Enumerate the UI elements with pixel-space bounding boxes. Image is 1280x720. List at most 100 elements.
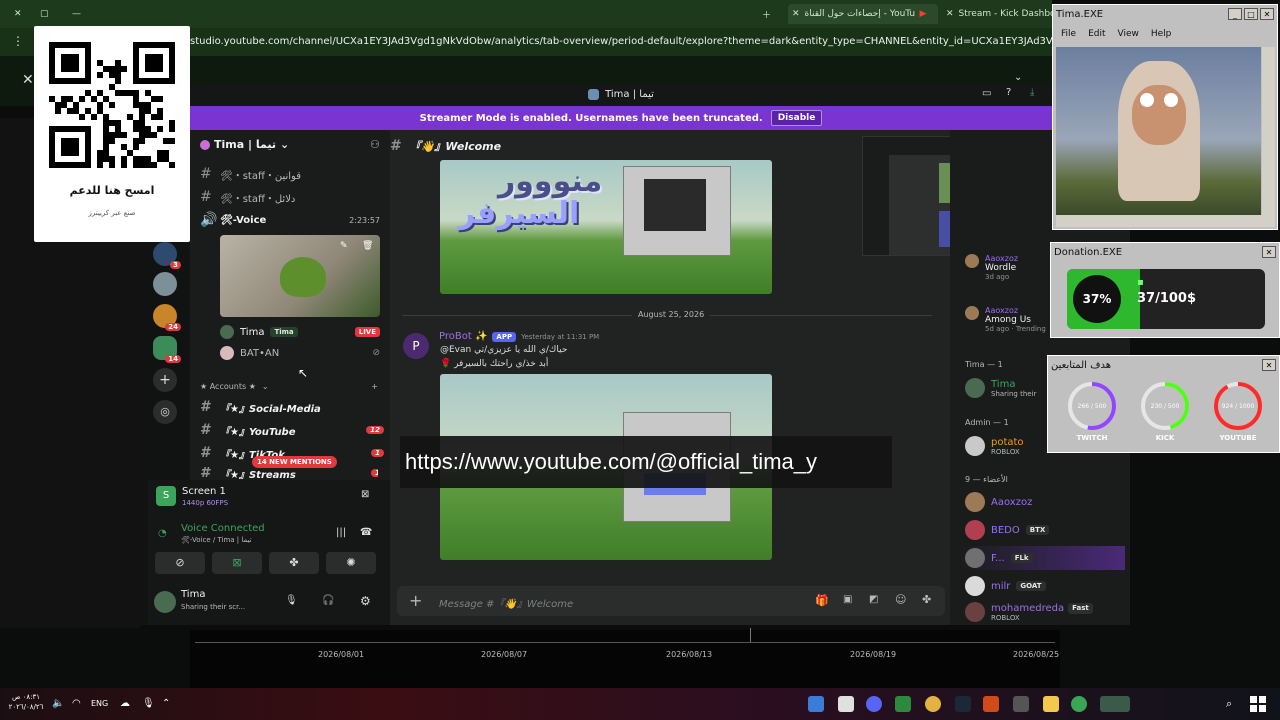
voice-user[interactable]: BAT•AN ⊘ <box>220 346 380 360</box>
member-item[interactable]: F... FLk <box>965 548 1033 568</box>
soundboard-button[interactable]: ✺ <box>326 552 376 574</box>
add-friend-icon[interactable]: ⚇ <box>370 138 380 151</box>
volume-icon[interactable]: 🔈 <box>52 698 64 709</box>
menu-icon[interactable]: ⋮ <box>12 34 24 48</box>
gift-icon[interactable]: 🎁 <box>815 594 829 607</box>
app-icon[interactable] <box>895 696 911 712</box>
discord-icon[interactable] <box>866 696 882 712</box>
add-attachment-icon[interactable]: + <box>409 591 422 610</box>
follower-goals-window[interactable]: هدف المتابعين ✕ 266 / 500 TWITCH 230 / 500… <box>1047 355 1280 453</box>
minimize-icon[interactable]: _ <box>1228 8 1242 20</box>
noise-suppression-icon[interactable]: ||| <box>336 527 346 538</box>
server-icon[interactable]: 24 <box>153 304 181 331</box>
window-minimize-icon[interactable]: — <box>72 4 81 24</box>
member-item[interactable]: potato ROBLOX <box>965 436 1024 456</box>
app-icon[interactable] <box>983 696 999 712</box>
close-icon[interactable]: ✕ <box>22 72 34 88</box>
new-mentions-pill[interactable]: 14 NEW MENTIONS <box>252 456 337 468</box>
channel-item[interactable]: #『★』Streams1 <box>200 467 378 479</box>
browser-icon[interactable] <box>1071 696 1087 712</box>
car-widget-icon[interactable] <box>1100 696 1130 712</box>
add-server-icon[interactable]: + <box>153 368 177 392</box>
vertical-scrollbar[interactable] <box>1262 47 1275 215</box>
app-icon[interactable] <box>838 696 854 712</box>
window-close-icon[interactable]: ✕ <box>14 4 22 24</box>
tab-close-icon[interactable]: ✕ <box>946 9 954 19</box>
stream-preview[interactable]: ✎ 🗑 <box>220 235 380 317</box>
channel-item[interactable]: # 🛠・staff・دلائل <box>200 189 295 205</box>
store-icon[interactable] <box>1013 696 1029 712</box>
tab-kick-dashboard[interactable]: ✕ Stream - Kick Dashboard <box>946 4 1070 24</box>
voice-channel[interactable]: 🔊 🛠-Voice 2:23:57 <box>200 212 380 228</box>
member-item[interactable]: milr GOAT <box>965 576 1046 596</box>
horizontal-scrollbar[interactable] <box>1056 215 1275 227</box>
edit-icon[interactable]: ✎ <box>340 241 348 251</box>
settings-gear-icon[interactable]: ⚙ <box>360 594 371 608</box>
language-indicator[interactable]: ENG <box>91 699 108 708</box>
download-icon[interactable]: ⤓ <box>1030 87 1034 98</box>
channel-item[interactable]: # 『★』YouTube 12 <box>200 422 384 438</box>
server-icon[interactable]: 3 <box>153 242 181 269</box>
menu-file[interactable]: File <box>1061 29 1076 39</box>
voice-user[interactable]: Tima Tima LIVE <box>220 325 380 339</box>
chrome-icon[interactable] <box>925 696 941 712</box>
inbox-icon[interactable]: ▭ <box>982 88 991 99</box>
help-icon[interactable]: ? <box>1006 87 1011 98</box>
member-item[interactable]: Aaoxzoz <box>965 492 1032 512</box>
new-tab-icon[interactable]: ＋ <box>762 4 771 24</box>
emoji-icon[interactable]: ☺ <box>895 593 906 606</box>
close-icon[interactable]: ✕ <box>1262 359 1276 371</box>
add-channel-icon[interactable]: + <box>371 382 378 391</box>
menu-view[interactable]: View <box>1118 29 1139 39</box>
search-icon[interactable]: ⌕ <box>1226 697 1232 711</box>
screen-share-button[interactable]: ⊠ <box>212 552 262 574</box>
category-header[interactable]: ★ Accounts ★ ⌄ + <box>200 382 378 391</box>
server-icon[interactable] <box>153 272 177 296</box>
chevron-down-icon[interactable]: ⌄ <box>1014 72 1022 83</box>
discover-icon[interactable]: ◎ <box>153 400 177 424</box>
windows-start-icon[interactable] <box>1250 696 1266 712</box>
member-activity[interactable]: Aaoxzoz Among Us 5d ago · Trending <box>965 306 1046 333</box>
camera-off-button[interactable]: ⊘ <box>155 552 205 574</box>
welcome-image[interactable]: منووور السيرفر <box>440 160 772 294</box>
headphones-icon[interactable]: 🎧 <box>322 595 334 606</box>
wifi-icon[interactable]: ◠ <box>72 698 81 709</box>
member-item[interactable]: Tima Sharing their <box>965 378 1036 398</box>
tab-youtube-studio[interactable]: ✕ إحصاءات حول القناة - YouTube Studio ▶ <box>788 4 938 24</box>
server-icon-active[interactable]: 14 <box>153 336 181 363</box>
sticker-icon[interactable]: ◩ <box>869 594 878 605</box>
tima-exe-window[interactable]: Tima.EXE _ □ ✕ File Edit View Help <box>1052 4 1278 230</box>
file-explorer-icon[interactable] <box>1043 696 1059 712</box>
steam-icon[interactable] <box>955 696 971 712</box>
disable-button[interactable]: Disable <box>770 110 823 126</box>
menu-help[interactable]: Help <box>1151 29 1172 39</box>
close-icon[interactable]: ✕ <box>1260 8 1274 20</box>
taskbar-clock[interactable]: ٠٨:٣١ ص ٢٠٢٦/٠٨/٢٦ <box>6 692 46 712</box>
menu-edit[interactable]: Edit <box>1088 29 1105 39</box>
member-item[interactable]: BEDO BTX <box>965 520 1050 540</box>
member-activity[interactable]: Aaoxzoz Wordle 3d ago <box>965 254 1018 281</box>
qr-code[interactable] <box>49 42 175 168</box>
tab-close-icon[interactable]: ✕ <box>792 9 800 19</box>
apps-icon[interactable]: ✤ <box>922 593 931 606</box>
window-restore-icon[interactable]: ▢ <box>40 4 49 24</box>
server-name-header[interactable]: Tima | تيما ⌄ <box>200 138 289 151</box>
member-item[interactable]: mohamedreda Fast ROBLOX <box>965 602 1093 622</box>
probot-avatar[interactable]: P <box>403 333 429 359</box>
channel-item[interactable]: # 『★』Social-Media <box>200 399 378 415</box>
maximize-icon[interactable]: □ <box>1244 8 1258 20</box>
trash-icon[interactable]: 🗑 <box>362 241 373 251</box>
onedrive-icon[interactable]: ☁ <box>120 698 130 709</box>
microphone-icon[interactable]: 🎙 <box>142 698 155 709</box>
close-icon[interactable]: ✕ <box>1262 246 1276 258</box>
avatar[interactable] <box>154 591 176 613</box>
donation-exe-window[interactable]: Donation.EXE ✕ 37% ▪ 37/100$ <box>1050 242 1280 338</box>
gif-icon[interactable]: ▣ <box>843 594 852 605</box>
chevron-up-icon[interactable]: ⌃ <box>162 698 170 709</box>
stop-share-icon[interactable]: ⊠ <box>361 489 369 500</box>
notepad-icon[interactable] <box>808 696 824 712</box>
channel-item[interactable]: # 🛠・staff・قوانين <box>200 166 301 182</box>
activities-button[interactable]: ✤ <box>269 552 319 574</box>
microphone-icon[interactable]: 🎙 <box>285 595 298 606</box>
disconnect-icon[interactable]: ☎ <box>360 527 372 538</box>
